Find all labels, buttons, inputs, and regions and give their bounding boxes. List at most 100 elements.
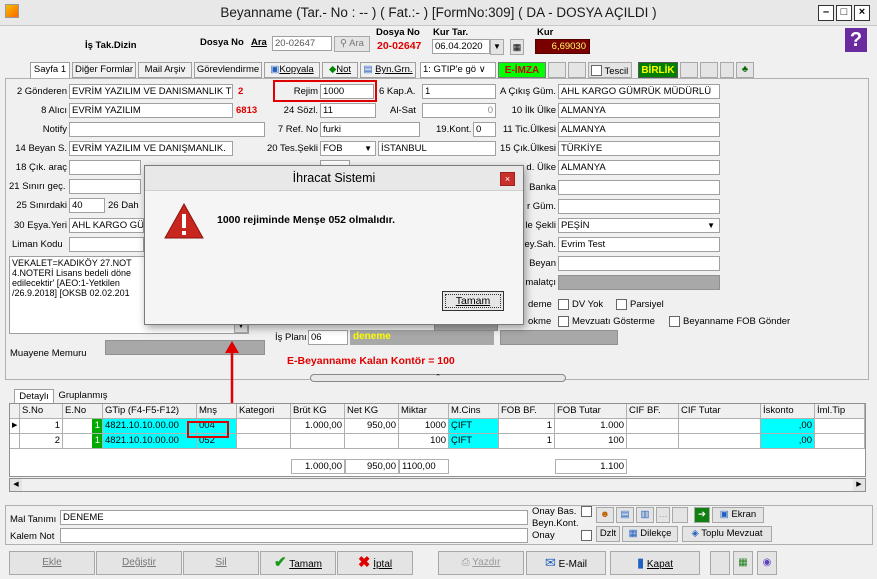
cell-net[interactable]: [345, 434, 399, 449]
is-tak-dizin-label[interactable]: İş Tak.Dizin: [85, 40, 137, 51]
ara-button[interactable]: ⚲ Ara: [334, 36, 370, 52]
kap-input[interactable]: 1: [422, 84, 496, 99]
byn-grn-button[interactable]: ▤ Byn.Grn.: [360, 62, 416, 78]
kopyala-button[interactable]: ▣Kopyala: [264, 62, 320, 78]
kapat-button[interactable]: ▮ Kapat: [610, 551, 700, 575]
help-icon[interactable]: ?: [845, 28, 867, 52]
col-brut[interactable]: Brüt KG: [291, 404, 345, 419]
cell-iskonto[interactable]: ,00: [761, 434, 815, 449]
sil-button[interactable]: Sil: [183, 551, 259, 575]
tes-sekli-select[interactable]: FOB ▼: [320, 141, 376, 156]
scroll-right-icon[interactable]: ▶: [853, 479, 865, 491]
col-kategori[interactable]: Kategori: [237, 404, 291, 419]
tes-city-input[interactable]: İSTANBUL: [378, 141, 496, 156]
collapse-handle[interactable]: ⌃: [310, 374, 566, 382]
onay-checkbox[interactable]: [581, 530, 592, 541]
cell-imltip[interactable]: [815, 419, 865, 434]
toplu-mevzuat-button[interactable]: ◈ Toplu Mevzuat: [682, 526, 772, 542]
tab-gorevlendirme[interactable]: Görevlendirme: [194, 62, 262, 78]
gtip-select[interactable]: 1: GTIP'e gö ∨: [420, 62, 496, 78]
tab-diger-formlar[interactable]: Diğer Formlar: [72, 62, 136, 78]
banka-input[interactable]: [558, 180, 720, 195]
dosya-no-input[interactable]: 20-02647: [272, 36, 332, 51]
cell-sno[interactable]: 2: [20, 434, 63, 449]
calculator-icon[interactable]: ▦: [733, 551, 753, 575]
dialog-close-button[interactable]: ×: [500, 172, 515, 186]
users-icon[interactable]: ☻: [596, 507, 614, 523]
gonderen-input[interactable]: EVRİM YAZILIM VE DANISMANLIK T: [69, 84, 233, 99]
cell-gtip[interactable]: 4821.10.10.00.00: [103, 419, 197, 434]
sinirdaki-input[interactable]: 40: [69, 198, 105, 213]
cik-ulkesi-input[interactable]: TÜRKİYE: [558, 141, 720, 156]
odeme-sekli-select[interactable]: PEŞİN ▼: [558, 218, 720, 233]
cell-sno[interactable]: 1: [20, 419, 63, 434]
blank-small-button[interactable]: [672, 507, 688, 523]
cell-cifbf[interactable]: [627, 434, 679, 449]
col-gtip[interactable]: GTip (F4-F5-F12): [103, 404, 197, 419]
info-icon[interactable]: ◉: [757, 551, 777, 575]
dilekce-button[interactable]: ▦ Dilekçe: [622, 526, 678, 542]
tic-ulkesi-input[interactable]: ALMANYA: [558, 122, 720, 137]
email-button[interactable]: ✉ E-Mail: [526, 551, 606, 575]
beyan-sahibi-input[interactable]: EVRİM YAZILIM VE DANIŞMANLIK.: [69, 141, 233, 156]
tab-sayfa1[interactable]: Sayfa 1: [30, 62, 70, 78]
e-imza-button[interactable]: E-İMZA: [498, 62, 546, 78]
maximize-button[interactable]: □: [836, 5, 852, 21]
cell-net[interactable]: 950,00: [345, 419, 399, 434]
col-fobbf[interactable]: FOB BF.: [499, 404, 555, 419]
not-button[interactable]: ◆Not: [322, 62, 358, 78]
col-iskonto[interactable]: İskonto: [761, 404, 815, 419]
tescil-checkbox[interactable]: [591, 65, 602, 76]
blank-bottom-button[interactable]: [710, 551, 730, 575]
col-imltip[interactable]: İml.Tip: [815, 404, 865, 419]
kont-input[interactable]: 0: [473, 122, 496, 137]
blank-button-4[interactable]: [700, 62, 718, 78]
imalatci-input[interactable]: [558, 275, 720, 290]
col-ciftutar[interactable]: CIF Tutar: [679, 404, 761, 419]
mal-tanimi-input[interactable]: DENEME: [60, 510, 528, 525]
yazdir-button[interactable]: ⎙ Yazdır: [438, 551, 524, 575]
tab-detayli[interactable]: Detaylı: [14, 389, 54, 403]
cell-iskonto[interactable]: ,00: [761, 419, 815, 434]
dzlt-button[interactable]: Dzlt: [596, 526, 620, 542]
items-grid[interactable]: S.No E.No GTip (F4-F5-F12) Mnş Kategori …: [9, 403, 866, 477]
cell-mcins[interactable]: ÇIFT: [449, 419, 499, 434]
people-icon[interactable]: ♣: [736, 62, 754, 78]
birlik-button[interactable]: BİRLİK: [638, 62, 678, 78]
cikis-gum-input[interactable]: AHL KARGO GÜMRÜK MÜDÜRLÜ: [558, 84, 720, 99]
cell-eno[interactable]: 1: [63, 434, 103, 449]
blank-button-5[interactable]: [720, 62, 734, 78]
report-icon[interactable]: ▥: [636, 507, 654, 523]
cell-fobtutar[interactable]: 1.000: [555, 419, 627, 434]
gidecegi-ulke-input[interactable]: ALMANYA: [558, 160, 720, 175]
cell-brut[interactable]: 1.000,00: [291, 419, 345, 434]
mevzuati-checkbox[interactable]: [558, 316, 569, 327]
scroll-left-icon[interactable]: ◀: [10, 479, 22, 491]
alici-input[interactable]: EVRİM YAZILIM: [69, 103, 233, 118]
col-sno[interactable]: S.No: [20, 404, 63, 419]
cell-miktar[interactable]: 100: [399, 434, 449, 449]
cell-eno[interactable]: 1: [63, 419, 103, 434]
cell-imltip[interactable]: [815, 434, 865, 449]
grid-horizontal-scrollbar[interactable]: ◀ ▶: [9, 478, 866, 492]
tamam-button[interactable]: ✔ Tamam: [260, 551, 336, 575]
ekle-button[interactable]: Ekle: [9, 551, 95, 575]
col-mcins[interactable]: M.Cins: [449, 404, 499, 419]
more-icon[interactable]: …: [656, 507, 670, 523]
col-miktar[interactable]: Miktar: [399, 404, 449, 419]
parsiyel-checkbox[interactable]: [616, 299, 627, 310]
notify-input[interactable]: [69, 122, 265, 137]
kur-tar-dropdown-icon[interactable]: ▼: [490, 39, 504, 55]
dialog-ok-button[interactable]: Tamam: [442, 291, 504, 311]
calendar-icon[interactable]: ▦: [510, 39, 524, 55]
cell-cifbf[interactable]: [627, 419, 679, 434]
bey-sahibi-input[interactable]: Evrim Test: [558, 237, 720, 252]
alsat-input[interactable]: 0: [422, 103, 496, 118]
kalem-not-input[interactable]: [60, 528, 528, 543]
cell-kategori[interactable]: [237, 434, 291, 449]
cell-kategori[interactable]: [237, 419, 291, 434]
go-icon[interactable]: ➔: [694, 507, 710, 523]
cik-arac-input[interactable]: [69, 160, 141, 175]
col-cifbf[interactable]: CIF BF.: [627, 404, 679, 419]
print-preview-icon[interactable]: ▤: [616, 507, 634, 523]
